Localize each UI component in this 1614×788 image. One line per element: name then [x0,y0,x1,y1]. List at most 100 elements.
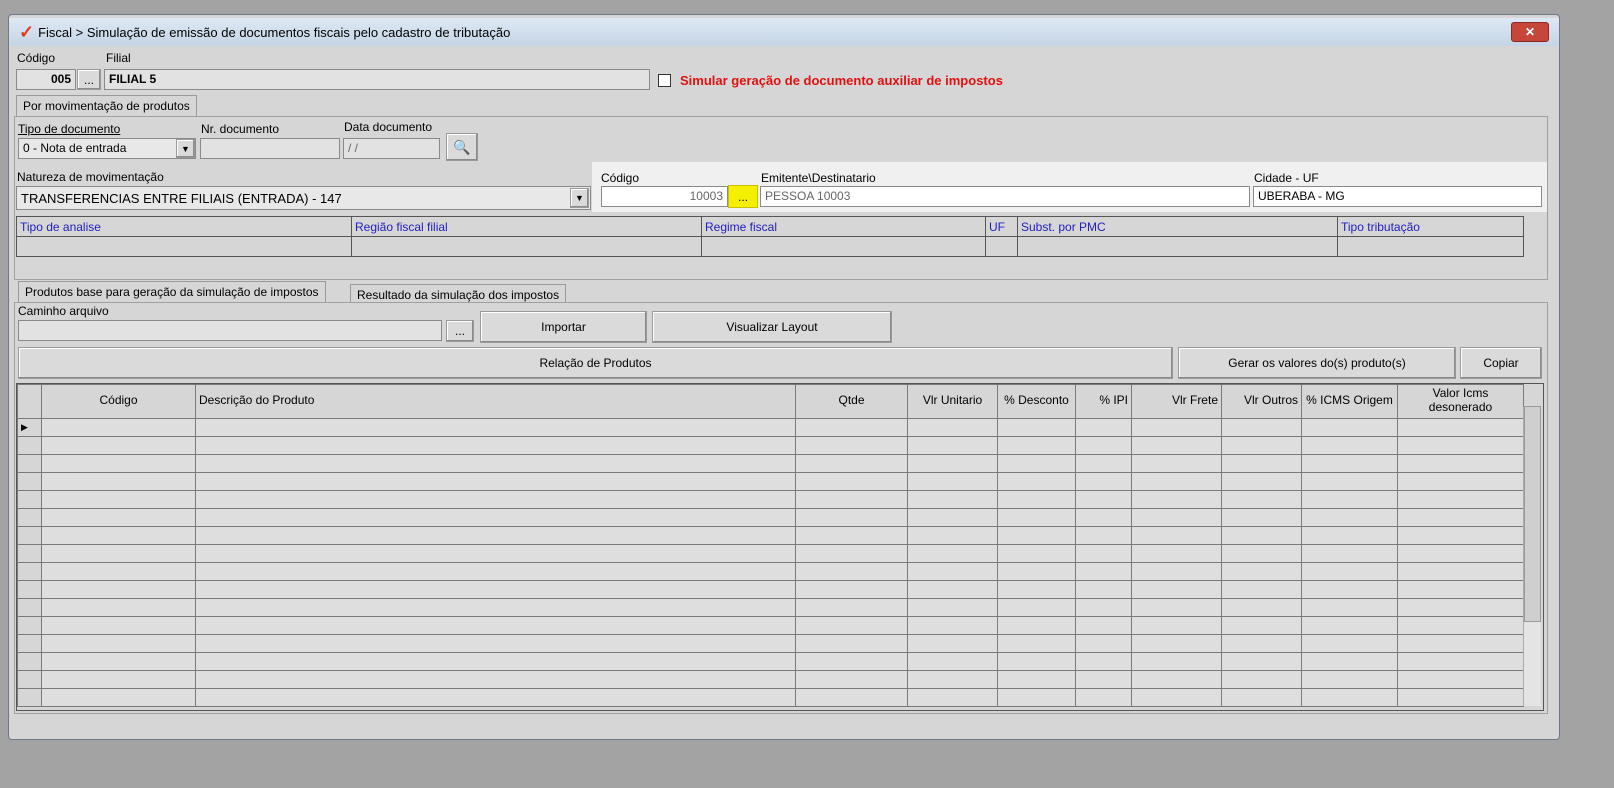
grid-cell[interactable] [1397,472,1524,491]
relacao-produtos-button[interactable]: Relação de Produtos [18,347,1173,379]
grid-cell[interactable] [1397,526,1524,545]
grid-cell[interactable] [41,562,196,581]
grid-cell[interactable] [1397,418,1524,437]
grid-cell[interactable] [1301,526,1398,545]
grid-cell[interactable] [1397,652,1524,671]
grid-cell[interactable] [795,508,908,527]
grid-cell[interactable] [1221,454,1302,473]
grid-cell[interactable] [795,688,908,707]
grid-column-header[interactable]: Valor Icms desonerado [1397,384,1524,419]
grid-cell[interactable] [795,634,908,653]
grid-cell[interactable] [1131,436,1222,455]
grid-cell[interactable] [1131,544,1222,563]
visualizar-layout-button[interactable]: Visualizar Layout [652,311,892,343]
grid-cell[interactable] [41,472,196,491]
grid-cell[interactable] [1301,418,1398,437]
grid-cell[interactable] [795,562,908,581]
grid-cell[interactable] [1301,508,1398,527]
grid-cell[interactable] [195,472,796,491]
simular-label[interactable]: Simular geração de documento auxiliar de… [680,73,1003,88]
grid-cell[interactable] [1075,418,1132,437]
grid-cell[interactable] [1075,454,1132,473]
grid-cell[interactable] [1301,652,1398,671]
grid-cell[interactable] [1221,544,1302,563]
grid-cell[interactable] [41,436,196,455]
grid-cell[interactable] [1221,436,1302,455]
grid-cell[interactable] [997,652,1076,671]
grid-cell[interactable] [1131,490,1222,509]
grid-cell[interactable] [997,436,1076,455]
grid-cell[interactable] [795,418,908,437]
grid-cell[interactable] [41,544,196,563]
grid-cell[interactable] [195,454,796,473]
grid-cell[interactable] [1221,688,1302,707]
close-button[interactable]: ✕ [1511,22,1549,42]
table-row[interactable] [17,670,1524,689]
grid-column-header[interactable]: Descrição do Produto [195,384,796,419]
table-row[interactable]: ▶ [17,418,1524,437]
grid-cell[interactable] [907,634,998,653]
copiar-button[interactable]: Copiar [1460,347,1542,379]
grid-cell[interactable] [195,490,796,509]
grid-cell[interactable] [1301,436,1398,455]
grid-cell[interactable] [41,688,196,707]
grid-cell[interactable] [1301,670,1398,689]
grid-cell[interactable] [195,616,796,635]
grid-cell[interactable] [907,688,998,707]
grid-cell[interactable] [1221,508,1302,527]
emitente-codigo-input[interactable]: 10003 [601,186,728,207]
grid-cell[interactable] [195,580,796,599]
grid-scrollbar[interactable] [1523,406,1541,706]
grid-cell[interactable] [1221,580,1302,599]
grid-cell[interactable] [195,688,796,707]
grid-cell[interactable] [1131,688,1222,707]
grid-cell[interactable] [41,598,196,617]
grid-cell[interactable] [41,652,196,671]
grid-cell[interactable] [195,634,796,653]
grid-cell[interactable] [907,490,998,509]
natureza-dropdown-icon[interactable]: ▼ [570,188,589,208]
grid-column-header[interactable]: Código [41,384,196,419]
grid-cell[interactable] [1131,526,1222,545]
grid-cell[interactable] [795,454,908,473]
grid-cell[interactable] [195,652,796,671]
filial-lookup-button[interactable]: ... [77,69,101,90]
grid-cell[interactable] [795,526,908,545]
grid-cell[interactable] [997,544,1076,563]
grid-cell[interactable] [997,580,1076,599]
grid-cell[interactable] [1075,490,1132,509]
grid-cell[interactable] [1131,652,1222,671]
grid-cell[interactable] [907,616,998,635]
filial-input[interactable]: FILIAL 5 [104,69,650,90]
grid-cell[interactable] [795,436,908,455]
grid-cell[interactable] [907,652,998,671]
table-row[interactable] [17,472,1524,491]
grid-cell[interactable] [1075,562,1132,581]
grid-cell[interactable] [41,616,196,635]
filial-codigo-input[interactable]: 005 [16,69,76,90]
grid-cell[interactable] [41,634,196,653]
tipo-doc-select[interactable]: 0 - Nota de entrada [18,138,196,159]
table-row[interactable] [17,688,1524,707]
grid-cell[interactable] [1131,634,1222,653]
grid-cell[interactable] [1397,580,1524,599]
search-icon[interactable]: 🔍 [446,133,478,161]
grid-column-header[interactable]: % ICMS Origem [1301,384,1398,419]
grid-cell[interactable] [41,490,196,509]
grid-cell[interactable] [1397,454,1524,473]
grid-cell[interactable] [1131,670,1222,689]
grid-cell[interactable] [907,670,998,689]
grid-cell[interactable] [41,580,196,599]
simular-checkbox[interactable] [658,74,671,87]
grid-cell[interactable] [1221,634,1302,653]
grid-cell[interactable] [195,598,796,617]
grid-cell[interactable] [997,616,1076,635]
grid-cell[interactable] [1221,472,1302,491]
grid-cell[interactable] [795,598,908,617]
grid-cell[interactable] [1397,490,1524,509]
grid-cell[interactable] [1075,598,1132,617]
grid-cell[interactable] [997,526,1076,545]
grid-column-header[interactable]: Qtde [795,384,908,419]
grid-cell[interactable] [795,580,908,599]
grid-cell[interactable] [1221,652,1302,671]
